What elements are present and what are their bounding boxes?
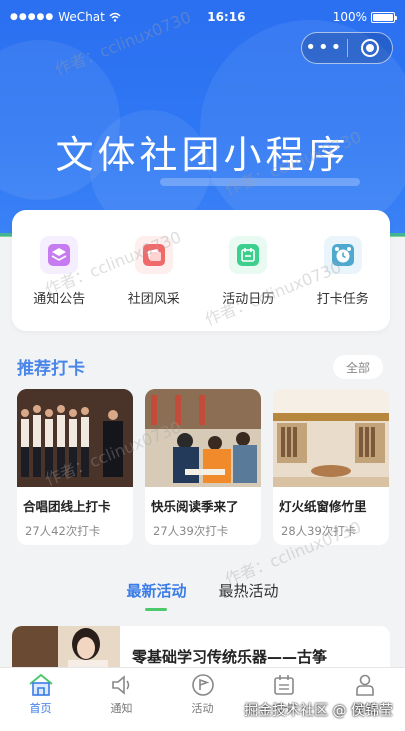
quick-item-label: 社团风采 xyxy=(127,292,180,307)
user-icon xyxy=(352,672,378,698)
battery-icon xyxy=(371,11,397,23)
recommend-card-list: 合唱团线上打卡 27人42次打卡 快乐阅读季来了 27人39次打卡 灯火纸窗修竹… xyxy=(17,389,405,549)
quick-item-label: 通知公告 xyxy=(33,292,86,307)
quick-item-label: 活动日历 xyxy=(222,292,275,307)
tabbar-label: 首页 xyxy=(29,702,52,715)
wifi-icon xyxy=(109,12,121,22)
punch-card[interactable]: 灯火纸窗修竹里 28人39次打卡 xyxy=(273,389,389,545)
quick-item-notice[interactable]: 通知公告 xyxy=(19,236,99,307)
activity-tabs: 最新活动 最热活动 xyxy=(0,580,405,611)
card-meta: 27人42次打卡 xyxy=(25,524,101,538)
section-title-recommend: 推荐打卡 xyxy=(17,359,85,379)
calendar-icon xyxy=(229,236,268,274)
quick-item-punch-task[interactable]: 打卡任务 xyxy=(303,236,383,307)
library-photo xyxy=(273,389,389,487)
banner-title: 文体社团小程序 xyxy=(55,133,350,177)
choir-photo xyxy=(17,389,133,487)
activity-title: 零基础学习传统乐器——古筝 xyxy=(132,648,328,666)
punch-card[interactable]: 合唱团线上打卡 27人42次打卡 xyxy=(17,389,133,545)
tab-hot-activity[interactable]: 最热活动 xyxy=(219,580,279,611)
punch-card[interactable]: 快乐阅读季来了 27人39次打卡 xyxy=(145,389,261,545)
signal-icon: ●●●●● xyxy=(10,12,55,22)
quick-item-label: 打卡任务 xyxy=(316,292,369,307)
banner-underline xyxy=(160,178,360,186)
quick-menu-card: 通知公告 社团风采 活动日历 打卡任务 xyxy=(12,210,390,331)
target-close-icon[interactable] xyxy=(347,39,392,57)
footer-watermark: 掘金技术社区 @ 侯锦莹 xyxy=(244,703,393,719)
card-title: 快乐阅读季来了 xyxy=(151,499,239,514)
alarm-clock-icon xyxy=(323,236,362,274)
mini-program-capsule: ••• xyxy=(301,32,393,64)
card-title: 合唱团线上打卡 xyxy=(23,499,111,514)
card-title: 灯火纸窗修竹里 xyxy=(279,499,367,514)
reading-photo xyxy=(145,389,261,487)
tabbar-item-activity[interactable]: 活动 xyxy=(162,668,243,717)
tabbar-label: 活动 xyxy=(191,702,214,715)
layers-icon xyxy=(40,236,79,274)
card-meta: 27人39次打卡 xyxy=(153,524,229,538)
cards-icon xyxy=(134,236,173,274)
status-bar: ●●●●● WeChat 16:16 100% xyxy=(0,0,405,34)
home-icon xyxy=(28,672,54,698)
view-all-button[interactable]: 全部 xyxy=(333,355,383,379)
tabbar-item-notice[interactable]: 通知 xyxy=(81,668,162,717)
quick-item-club-style[interactable]: 社团风采 xyxy=(114,236,194,307)
status-time: 16:16 xyxy=(207,10,246,24)
flag-circle-icon xyxy=(190,672,216,698)
tabbar-item-home[interactable]: 首页 xyxy=(0,668,81,717)
carrier-label: WeChat xyxy=(58,10,105,24)
quick-item-calendar[interactable]: 活动日历 xyxy=(208,236,288,307)
card-meta: 28人39次打卡 xyxy=(281,524,357,538)
battery-percent: 100% xyxy=(332,10,367,24)
more-dots-icon[interactable]: ••• xyxy=(302,39,347,57)
tab-latest-activity[interactable]: 最新活动 xyxy=(126,580,187,611)
speaker-icon xyxy=(109,672,135,698)
tabbar-label: 通知 xyxy=(110,702,133,715)
calendar-icon xyxy=(271,672,297,698)
